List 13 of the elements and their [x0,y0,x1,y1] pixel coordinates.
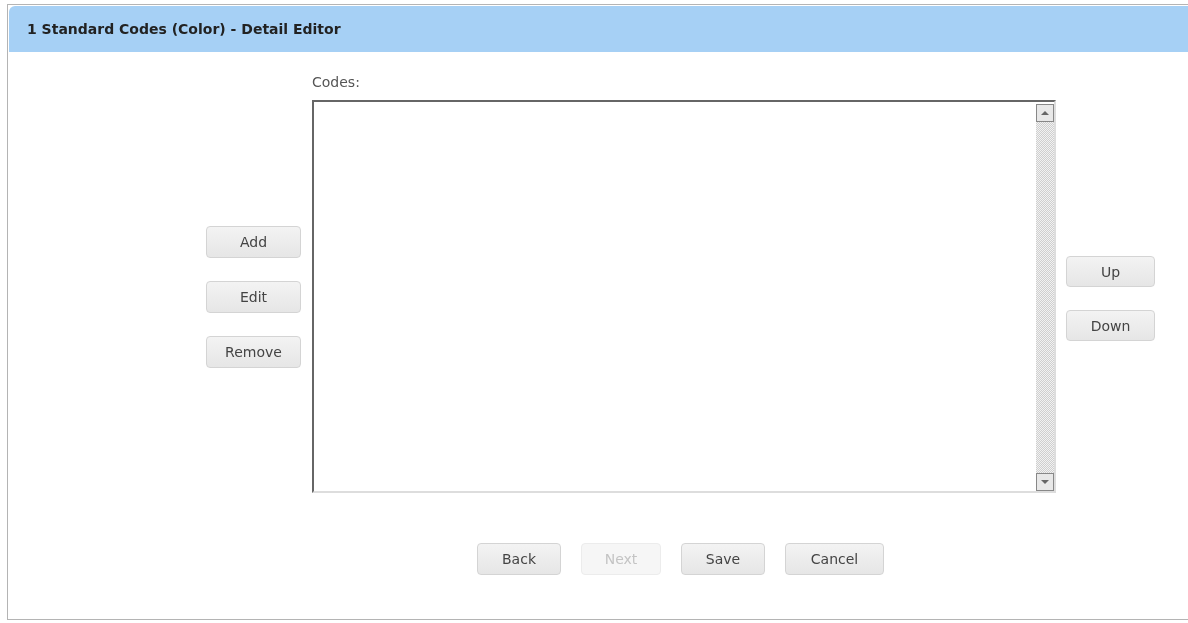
scroll-up-icon[interactable] [1036,104,1054,122]
action-button[interactable]: Back [477,543,561,575]
action-button[interactable]: Add [206,225,301,258]
scrollbar[interactable] [1036,104,1054,491]
action-button[interactable]: Remove [206,335,301,368]
action-button[interactable]: Save [681,543,765,575]
window-title: 1 Standard Codes (Color) - Detail Editor [27,21,341,37]
scroll-down-icon[interactable] [1036,473,1054,491]
action-button[interactable]: Down [1066,310,1155,341]
action-button[interactable]: Cancel [785,543,884,575]
codes-label: Codes: [312,74,361,92]
action-button[interactable]: Up [1066,256,1155,287]
action-button[interactable]: Edit [206,280,301,313]
